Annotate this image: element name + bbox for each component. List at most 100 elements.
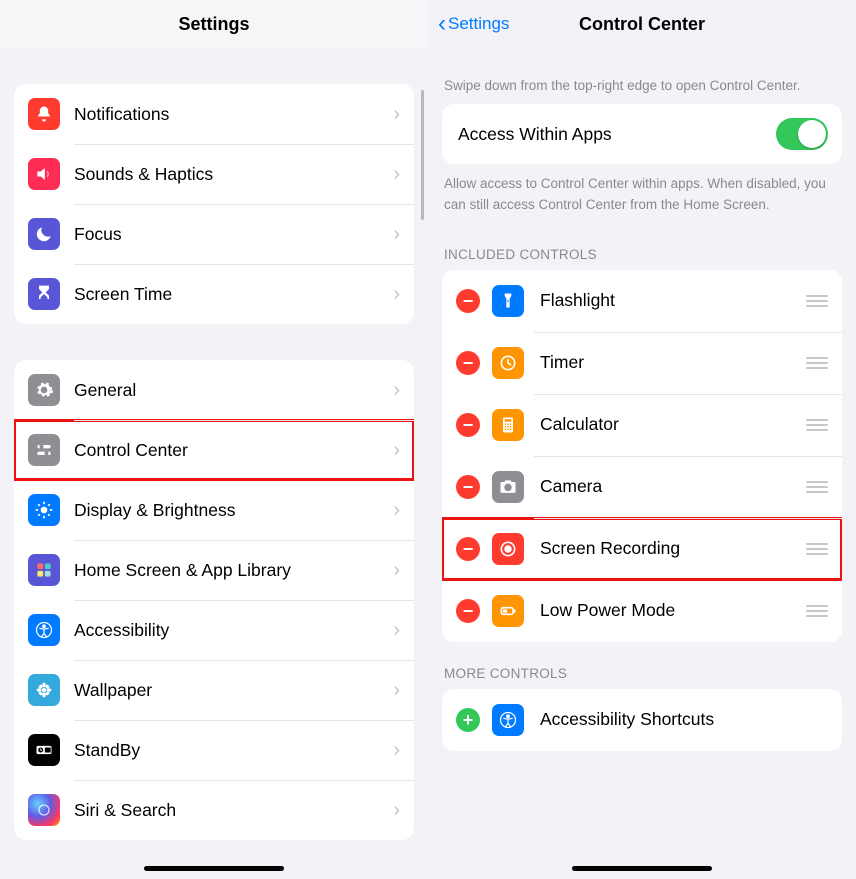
control-center-content: Swipe down from the top-right edge to op… [428,48,856,791]
more-header: MORE CONTROLS [428,642,856,689]
settings-row-display[interactable]: Display & Brightness › [14,480,414,540]
control-center-pane: ‹ Settings Control Center Swipe down fro… [428,0,856,879]
drag-handle-icon[interactable] [806,605,828,617]
row-label: Screen Recording [524,538,806,559]
settings-row-focus[interactable]: Focus › [14,204,414,264]
access-section: Access Within Apps [442,104,842,164]
timer-icon [492,347,524,379]
row-label: Sounds & Haptics [60,164,393,185]
drag-handle-icon[interactable] [806,543,828,555]
chevron-right-icon: › [393,559,400,582]
settings-group-0: Notifications › Sounds & Haptics › Focus… [14,84,414,324]
gear-icon [28,374,60,406]
control-row-screen-recording[interactable]: − Screen Recording [442,518,842,580]
page-title: Control Center [579,14,705,35]
settings-row-notifications[interactable]: Notifications › [14,84,414,144]
row-label: Accessibility [60,620,393,641]
clock-card-icon [28,734,60,766]
flashlight-icon [492,285,524,317]
row-label: Screen Time [60,284,393,305]
access-within-apps-row[interactable]: Access Within Apps [442,104,842,164]
moon-icon [28,218,60,250]
sliders-icon [28,434,60,466]
control-center-header: ‹ Settings Control Center [428,0,856,48]
row-label: Notifications [60,104,393,125]
settings-group-1: General › Control Center › Display & Bri… [14,360,414,840]
remove-button[interactable]: − [456,351,480,375]
settings-row-siri[interactable]: Siri & Search › [14,780,414,840]
bell-icon [28,98,60,130]
drag-handle-icon[interactable] [806,357,828,369]
drag-handle-icon[interactable] [806,419,828,431]
row-label: Display & Brightness [60,500,393,521]
row-label: Wallpaper [60,680,393,701]
control-row-low-power[interactable]: − Low Power Mode [442,580,842,642]
settings-row-control-center[interactable]: Control Center › [14,420,414,480]
chevron-right-icon: › [393,223,400,246]
row-label: Home Screen & App Library [60,560,393,581]
row-label: Siri & Search [60,800,393,821]
settings-row-wallpaper[interactable]: Wallpaper › [14,660,414,720]
chevron-right-icon: › [393,103,400,126]
control-row-calculator[interactable]: − Calculator [442,394,842,456]
drag-handle-icon[interactable] [806,295,828,307]
row-label: Access Within Apps [456,124,776,145]
scrollbar[interactable] [421,90,424,220]
settings-row-accessibility[interactable]: Accessibility › [14,600,414,660]
row-label: General [60,380,393,401]
row-label: Low Power Mode [524,600,806,621]
settings-row-homescreen[interactable]: Home Screen & App Library › [14,540,414,600]
settings-row-screentime[interactable]: Screen Time › [14,264,414,324]
control-row-camera[interactable]: − Camera [442,456,842,518]
control-row-accessibility-shortcuts[interactable]: + Accessibility Shortcuts [442,689,842,751]
settings-pane: Settings Notifications › Sounds & Haptic… [0,0,428,879]
camera-icon [492,471,524,503]
included-controls-list: − Flashlight − Timer − Calc [442,270,842,642]
home-indicator[interactable] [144,866,284,871]
settings-row-general[interactable]: General › [14,360,414,420]
row-label: Focus [60,224,393,245]
home-indicator[interactable] [572,866,712,871]
remove-button[interactable]: − [456,537,480,561]
flower-icon [28,674,60,706]
back-button[interactable]: ‹ Settings [438,12,509,36]
control-row-flashlight[interactable]: − Flashlight [442,270,842,332]
row-label: StandBy [60,740,393,761]
add-button[interactable]: + [456,708,480,732]
remove-button[interactable]: − [456,413,480,437]
chevron-left-icon: ‹ [438,12,446,36]
remove-button[interactable]: − [456,475,480,499]
chevron-right-icon: › [393,163,400,186]
row-label: Calculator [524,414,806,435]
settings-row-standby[interactable]: StandBy › [14,720,414,780]
more-controls-list: + Accessibility Shortcuts [442,689,842,751]
speaker-icon [28,158,60,190]
hourglass-icon [28,278,60,310]
chevron-right-icon: › [393,799,400,822]
control-row-timer[interactable]: − Timer [442,332,842,394]
drag-handle-icon[interactable] [806,481,828,493]
row-label: Accessibility Shortcuts [524,709,828,730]
chevron-right-icon: › [393,499,400,522]
helper-access-text: Allow access to Control Center within ap… [428,164,856,223]
chevron-right-icon: › [393,679,400,702]
record-icon [492,533,524,565]
settings-header: Settings [0,0,428,48]
siri-icon [28,794,60,826]
remove-button[interactable]: − [456,289,480,313]
sun-icon [28,494,60,526]
row-label: Flashlight [524,290,806,311]
chevron-right-icon: › [393,283,400,306]
person-icon [28,614,60,646]
row-label: Timer [524,352,806,373]
chevron-right-icon: › [393,439,400,462]
chevron-right-icon: › [393,619,400,642]
row-label: Camera [524,476,806,497]
access-toggle[interactable] [776,118,828,150]
settings-content: Notifications › Sounds & Haptics › Focus… [0,48,428,879]
chevron-right-icon: › [393,379,400,402]
settings-row-sounds[interactable]: Sounds & Haptics › [14,144,414,204]
calculator-icon [492,409,524,441]
remove-button[interactable]: − [456,599,480,623]
battery-icon [492,595,524,627]
